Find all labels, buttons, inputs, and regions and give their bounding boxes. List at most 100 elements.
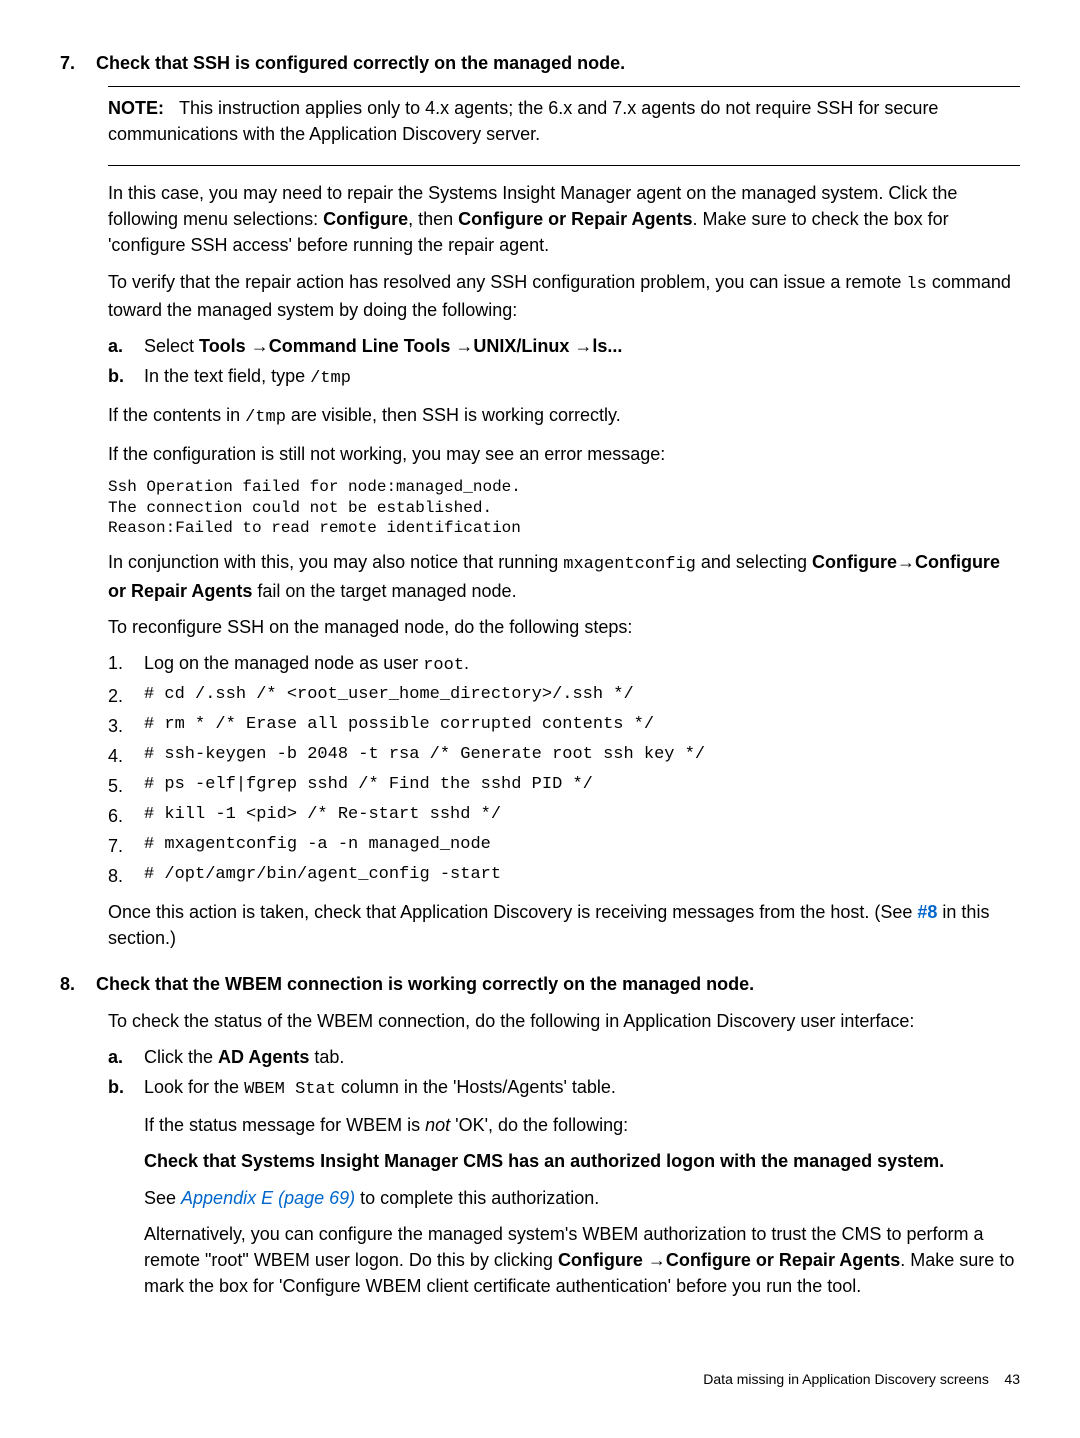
text: If the contents in	[108, 405, 245, 425]
step-8: 8. # /opt/amgr/bin/agent_config -start	[108, 863, 1020, 889]
s7-numbered-steps: 1. Log on the managed node as user root.…	[108, 650, 1020, 889]
error-code-block: Ssh Operation failed for node:managed_no…	[108, 477, 1020, 539]
cmd: kill -1 <pid> /* Re-start sshd */	[164, 805, 501, 824]
text: If the status message for WBEM is	[144, 1115, 425, 1135]
s8-b-line3: See Appendix E (page 69) to complete thi…	[144, 1185, 1020, 1211]
step-num: 3.	[108, 713, 130, 739]
note-text: This instruction applies only to 4.x age…	[108, 98, 938, 144]
text: #	[144, 805, 164, 824]
step-4: 4. # ssh-keygen -b 2048 -t rsa /* Genera…	[108, 743, 1020, 769]
text: #	[144, 685, 164, 704]
s7-p7: Once this action is taken, check that Ap…	[108, 899, 1020, 951]
step-cmd: # rm * /* Erase all possible corrupted c…	[144, 713, 654, 739]
section-8-title: Check that the WBEM connection is workin…	[96, 971, 754, 997]
step-num: 7.	[108, 833, 130, 859]
text: Log on the managed node as user	[144, 653, 423, 673]
text: #	[144, 865, 164, 884]
section-8-body: To check the status of the WBEM connecti…	[108, 1008, 1020, 1309]
step-cmd: # kill -1 <pid> /* Re-start sshd */	[144, 803, 501, 829]
step-cmd: # cd /.ssh /* <root_user_home_directory>…	[144, 683, 634, 709]
step-num: 2.	[108, 683, 130, 709]
section-7-header: 7. Check that SSH is configured correctl…	[60, 50, 1020, 76]
text: .	[464, 653, 469, 673]
page-footer: Data missing in Application Discovery sc…	[60, 1369, 1020, 1389]
path-tmp: /tmp	[245, 408, 286, 427]
text: #	[144, 835, 164, 854]
step-5: 5. # ps -elf|fgrep sshd /* Find the sshd…	[108, 773, 1020, 799]
col-wbem-stat: WBEM Stat	[244, 1080, 336, 1099]
cmd-mxagentconfig: mxagentconfig	[563, 555, 696, 574]
s8-b-line4: Alternatively, you can configure the man…	[144, 1221, 1020, 1299]
text: Look for the	[144, 1077, 244, 1097]
step-2: 2. # cd /.ssh /* <root_user_home_directo…	[108, 683, 1020, 709]
text: #	[144, 775, 164, 794]
step-num: 6.	[108, 803, 130, 829]
s7-alpha-list: a. Select Tools →Command Line Tools →UNI…	[108, 333, 1020, 392]
cmd: cd /.ssh /* <root_user_home_directory>/.…	[164, 685, 633, 704]
section-7-number: 7.	[60, 50, 80, 76]
text: , then	[408, 209, 458, 229]
s7-step-b: b. In the text field, type /tmp	[108, 363, 1020, 392]
cmd: ps -elf|fgrep sshd /* Find the sshd PID …	[164, 775, 592, 794]
label-b: b.	[108, 363, 130, 392]
step-3: 3. # rm * /* Erase all possible corrupte…	[108, 713, 1020, 739]
s7-p3: If the contents in /tmp are visible, the…	[108, 402, 1020, 431]
section-7-body: NOTE: This instruction applies only to 4…	[108, 86, 1020, 951]
s8-alpha-list: a. Click the AD Agents tab. b. Look for …	[108, 1044, 1020, 1309]
label-a: a.	[108, 333, 130, 359]
step-num: 8.	[108, 863, 130, 889]
tab-ad-agents: AD Agents	[218, 1047, 309, 1067]
s7-p1: In this case, you may need to repair the…	[108, 180, 1020, 258]
text: In conjunction with this, you may also n…	[108, 552, 563, 572]
text: #	[144, 745, 164, 764]
link-appendix-e[interactable]: Appendix E (page 69)	[181, 1188, 355, 1208]
page-number: 43	[1004, 1371, 1020, 1387]
cmd-ls: ls	[906, 275, 926, 294]
s7-p5: In conjunction with this, you may also n…	[108, 549, 1020, 604]
label-a: a.	[108, 1044, 130, 1070]
step-num: 4.	[108, 743, 130, 769]
text: Select	[144, 336, 199, 356]
section-8-header: 8. Check that the WBEM connection is wor…	[60, 971, 1020, 997]
s7-p4: If the configuration is still not workin…	[108, 441, 1020, 467]
section-7-title: Check that SSH is configured correctly o…	[96, 50, 625, 76]
s7-p6: To reconfigure SSH on the managed node, …	[108, 614, 1020, 640]
s8-b-bold: Check that Systems Insight Manager CMS h…	[144, 1148, 1020, 1174]
s8-b-line2: If the status message for WBEM is not 'O…	[144, 1112, 1020, 1138]
cmd: /opt/amgr/bin/agent_config -start	[164, 865, 501, 884]
text: fail on the target managed node.	[252, 581, 516, 601]
section-8: 8. Check that the WBEM connection is wor…	[60, 971, 1020, 1308]
step-cmd: # /opt/amgr/bin/agent_config -start	[144, 863, 501, 889]
s7-p2: To verify that the repair action has res…	[108, 269, 1020, 324]
step-7: 7. # mxagentconfig -a -n managed_node	[108, 833, 1020, 859]
step-a-body: Click the AD Agents tab.	[144, 1044, 1020, 1070]
note-paragraph: NOTE: This instruction applies only to 4…	[108, 95, 1020, 147]
step-cmd: # ssh-keygen -b 2048 -t rsa /* Generate …	[144, 743, 705, 769]
cmd: ssh-keygen -b 2048 -t rsa /* Generate ro…	[164, 745, 705, 764]
step-cmd: # mxagentconfig -a -n managed_node	[144, 833, 491, 859]
footer-text: Data missing in Application Discovery sc…	[703, 1371, 989, 1387]
link-step8[interactable]: #8	[917, 902, 937, 922]
section-8-number: 8.	[60, 971, 80, 997]
step-b-body: In the text field, type /tmp	[144, 363, 1020, 392]
s8-step-a: a. Click the AD Agents tab.	[108, 1044, 1020, 1070]
text: In the text field, type	[144, 366, 310, 386]
text: and selecting	[696, 552, 812, 572]
text: are visible, then SSH is working correct…	[286, 405, 621, 425]
cmd: mxagentconfig -a -n managed_node	[164, 835, 490, 854]
menu-configure-repair: Configure or Repair Agents	[458, 209, 692, 229]
s8-p1: To check the status of the WBEM connecti…	[108, 1008, 1020, 1034]
note-box: NOTE: This instruction applies only to 4…	[108, 86, 1020, 166]
step-text: Log on the managed node as user root.	[144, 650, 469, 679]
text: Once this action is taken, check that Ap…	[108, 902, 917, 922]
step-a-body: Select Tools →Command Line Tools →UNIX/L…	[144, 333, 1020, 359]
section-7: 7. Check that SSH is configured correctl…	[60, 50, 1020, 951]
path-tmp: /tmp	[310, 369, 351, 388]
step-num: 1.	[108, 650, 130, 679]
text: 'OK', do the following:	[450, 1115, 628, 1135]
text: tab.	[309, 1047, 344, 1067]
step-cmd: # ps -elf|fgrep sshd /* Find the sshd PI…	[144, 773, 593, 799]
cmd: rm * /* Erase all possible corrupted con…	[164, 715, 654, 734]
text: See	[144, 1188, 181, 1208]
text: To verify that the repair action has res…	[108, 272, 906, 292]
